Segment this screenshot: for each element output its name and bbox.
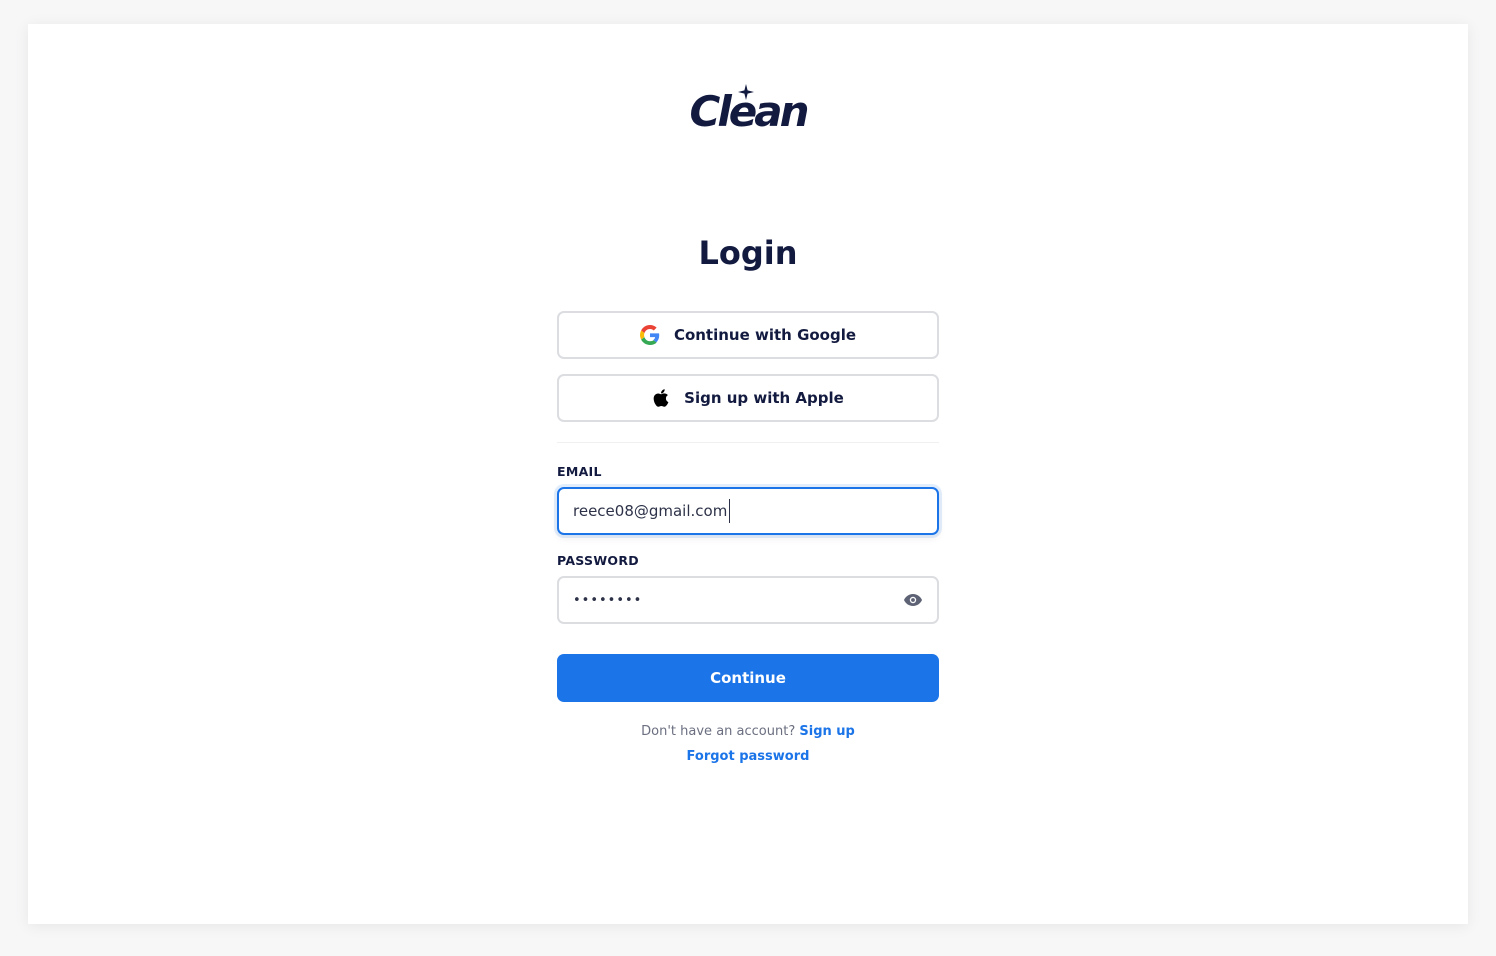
brand-logo[interactable]: Clean bbox=[690, 82, 809, 142]
continue-button[interactable]: Continue bbox=[557, 654, 939, 702]
apple-signin-button[interactable]: Sign up with Apple bbox=[557, 374, 939, 422]
logo-container: Clean bbox=[28, 82, 1468, 142]
password-value: •••••••• bbox=[573, 592, 643, 608]
eye-icon[interactable] bbox=[903, 590, 923, 610]
google-button-label: Continue with Google bbox=[673, 326, 857, 344]
page-title: Login bbox=[698, 234, 798, 272]
password-field[interactable]: •••••••• bbox=[557, 576, 939, 624]
forgot-password-link[interactable]: Forgot password bbox=[687, 749, 810, 764]
no-account-text: Don't have an account? bbox=[641, 724, 796, 739]
text-caret bbox=[729, 499, 731, 523]
apple-logo-icon bbox=[653, 389, 669, 407]
google-logo-icon bbox=[639, 325, 660, 345]
app-window: Clean Login Continue with Google Sign up… bbox=[28, 24, 1468, 924]
email-label: EMAIL bbox=[557, 464, 602, 479]
sparkle-icon bbox=[737, 84, 754, 100]
password-label: PASSWORD bbox=[557, 553, 639, 568]
login-form: Continue with Google Sign up with Apple … bbox=[557, 311, 939, 764]
email-value: reece08@gmail.com bbox=[573, 502, 728, 520]
signup-prompt: Don't have an account? Sign up bbox=[557, 724, 939, 739]
google-signin-button[interactable]: Continue with Google bbox=[557, 311, 939, 359]
signup-link[interactable]: Sign up bbox=[799, 724, 854, 739]
apple-button-label: Sign up with Apple bbox=[684, 389, 844, 407]
forgot-password-row: Forgot password bbox=[557, 749, 939, 764]
email-field[interactable]: reece08@gmail.com bbox=[557, 487, 939, 535]
divider bbox=[557, 442, 939, 443]
